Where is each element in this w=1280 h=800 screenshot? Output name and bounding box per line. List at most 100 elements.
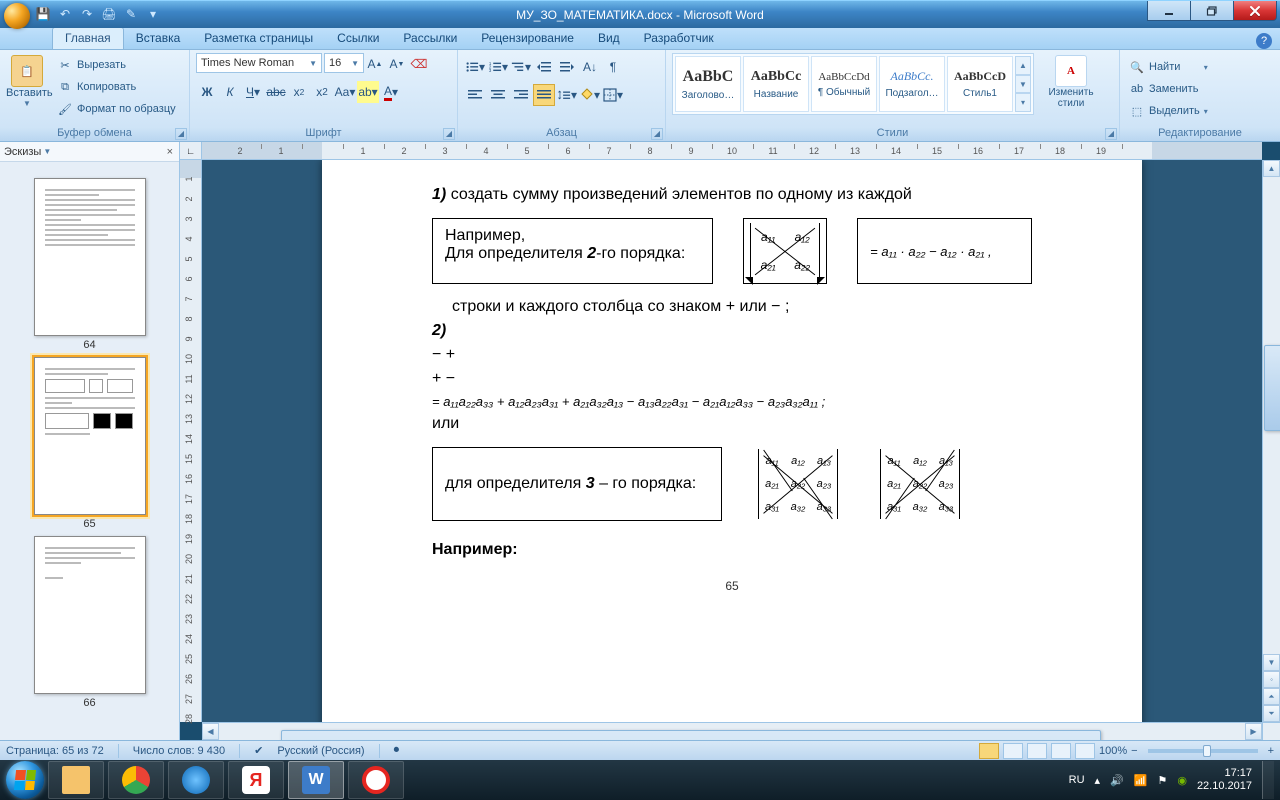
qat-new-icon[interactable]: ✎ [122, 5, 140, 23]
shading-button[interactable]: ▾ [579, 84, 601, 106]
taskbar-media[interactable] [168, 761, 224, 799]
cut-button[interactable]: ✂ Вырезать [54, 55, 179, 75]
bullets-button[interactable]: ▾ [464, 56, 486, 78]
format-painter-button[interactable]: 🖌 Формат по образцу [54, 99, 179, 119]
gallery-more-icon[interactable]: ▾ [1015, 93, 1031, 112]
zoom-in-icon[interactable]: + [1268, 745, 1274, 757]
zoom-slider[interactable] [1148, 749, 1258, 753]
page-viewport[interactable]: 1) создать сумму произведений элементов … [202, 160, 1262, 722]
qat-print-icon[interactable]: 🖨 [100, 5, 118, 23]
tab-developer[interactable]: Разработчик [632, 28, 726, 49]
tab-review[interactable]: Рецензирование [469, 28, 586, 49]
qat-redo-icon[interactable]: ↷ [78, 5, 96, 23]
strike-button[interactable]: abc [265, 81, 287, 103]
style-subtitle[interactable]: AaBbCc. Подзагол… [879, 56, 945, 112]
next-page-icon[interactable]: ⏷ [1263, 705, 1280, 722]
multilevel-list-button[interactable]: ▾ [510, 56, 532, 78]
start-button[interactable] [6, 761, 44, 799]
tab-mailings[interactable]: Рассылки [391, 28, 469, 49]
volume-icon[interactable]: 🔊 [1110, 774, 1124, 787]
vertical-scrollbar[interactable]: ▲ ▼ ◦ ⏶ ⏷ [1262, 160, 1280, 722]
zoom-knob[interactable] [1203, 745, 1211, 757]
taskbar-yandex[interactable]: Я [228, 761, 284, 799]
scroll-right-icon[interactable]: ▶ [1245, 723, 1262, 740]
view-outline[interactable] [1051, 743, 1071, 759]
numbering-button[interactable]: 123▾ [487, 56, 509, 78]
document-page[interactable]: 1) создать сумму произведений элементов … [322, 160, 1142, 722]
align-left-button[interactable] [464, 84, 486, 106]
prev-page-icon[interactable]: ⏶ [1263, 688, 1280, 705]
status-words[interactable]: Число слов: 9 430 [133, 745, 225, 757]
styles-dialog-launcher[interactable]: ◢ [1105, 128, 1117, 140]
paragraph-dialog-launcher[interactable]: ◢ [651, 128, 663, 140]
view-web-layout[interactable] [1027, 743, 1047, 759]
superscript-button[interactable]: x2 [311, 81, 333, 103]
justify-button[interactable] [533, 84, 555, 106]
change-case-button[interactable]: Aa▾ [334, 81, 356, 103]
taskbar-browser[interactable] [348, 761, 404, 799]
qat-more-icon[interactable]: ▾ [144, 5, 162, 23]
tab-insert[interactable]: Вставка [124, 28, 193, 49]
select-button[interactable]: ⬚ Выделить ▾ [1126, 101, 1211, 121]
status-page[interactable]: Страница: 65 из 72 [6, 745, 104, 757]
scroll-up-icon[interactable]: ▲ [1263, 160, 1280, 177]
style-normal[interactable]: AaBbCcDd ¶ Обычный [811, 56, 877, 112]
sort-button[interactable]: A↓ [579, 56, 601, 78]
zoom-out-icon[interactable]: − [1131, 745, 1137, 757]
taskbar-chrome[interactable] [108, 761, 164, 799]
shrink-font-button[interactable]: A▼ [386, 53, 408, 75]
font-size-combo[interactable]: 16 ▼ [324, 53, 364, 73]
close-button[interactable] [1233, 1, 1277, 21]
vertical-ruler[interactable]: 1234567891011121314151617181920212223242… [180, 160, 202, 722]
thumbnails-list[interactable]: 64 65 66 [0, 162, 179, 740]
thumbnail-page[interactable] [34, 536, 146, 694]
clipboard-dialog-launcher[interactable]: ◢ [175, 128, 187, 140]
scroll-thumb[interactable] [1264, 345, 1280, 431]
paste-button[interactable]: 📋 Вставить ▼ [6, 53, 48, 108]
browse-object-icon[interactable]: ◦ [1263, 671, 1280, 688]
tray-up-icon[interactable]: ▴ [1095, 774, 1101, 787]
replace-button[interactable]: ab Заменить [1126, 79, 1211, 99]
close-pane-icon[interactable]: × [167, 146, 173, 158]
maximize-button[interactable] [1190, 1, 1234, 21]
styles-gallery[interactable]: AaBbC Заголово… AaBbCc Название AaBbCcDd… [672, 53, 1034, 115]
scroll-left-icon[interactable]: ◀ [202, 723, 219, 740]
change-styles-button[interactable]: A Изменить стили [1040, 53, 1102, 109]
align-center-button[interactable] [487, 84, 509, 106]
show-desktop-button[interactable] [1262, 761, 1274, 799]
font-name-combo[interactable]: Times New Roman ▼ [196, 53, 322, 73]
thumbnail-page[interactable] [34, 357, 146, 515]
qat-undo-icon[interactable]: ↶ [56, 5, 74, 23]
tab-view[interactable]: Вид [586, 28, 632, 49]
increase-indent-button[interactable] [556, 56, 578, 78]
help-icon[interactable]: ? [1256, 33, 1272, 49]
find-button[interactable]: 🔍 Найти ▾ [1126, 57, 1211, 77]
tab-page-layout[interactable]: Разметка страницы [192, 28, 325, 49]
network-icon[interactable]: 📶 [1134, 774, 1148, 787]
copy-button[interactable]: ⧉ Копировать [54, 77, 179, 97]
scroll-thumb[interactable] [281, 730, 1102, 740]
style-title[interactable]: AaBbCc Название [743, 56, 809, 112]
show-marks-button[interactable]: ¶ [602, 56, 624, 78]
grow-font-button[interactable]: A▲ [364, 53, 386, 75]
clear-format-button[interactable]: ⌫ [408, 53, 430, 75]
thumbnail-page[interactable] [34, 178, 146, 336]
italic-button[interactable]: К [219, 81, 241, 103]
scroll-down-icon[interactable]: ▼ [1263, 654, 1280, 671]
office-button[interactable] [4, 3, 30, 29]
view-full-screen[interactable] [1003, 743, 1023, 759]
decrease-indent-button[interactable] [533, 56, 555, 78]
action-center-icon[interactable]: ⚑ [1157, 774, 1167, 787]
line-spacing-button[interactable]: ▾ [556, 84, 578, 106]
gallery-up-icon[interactable]: ▲ [1015, 56, 1031, 75]
horizontal-ruler[interactable]: 2112345678910111213141516171819 [202, 142, 1262, 160]
nvidia-icon[interactable]: ◉ [1177, 774, 1187, 787]
clock[interactable]: 17:17 22.10.2017 [1197, 767, 1252, 793]
borders-button[interactable]: ▾ [602, 84, 624, 106]
status-language[interactable]: Русский (Россия) [277, 745, 364, 757]
qat-save-icon[interactable]: 💾 [34, 5, 52, 23]
bold-button[interactable]: Ж [196, 81, 218, 103]
gallery-down-icon[interactable]: ▼ [1015, 75, 1031, 94]
horizontal-scrollbar[interactable]: ◀ ▶ [202, 722, 1262, 740]
tab-references[interactable]: Ссылки [325, 28, 391, 49]
